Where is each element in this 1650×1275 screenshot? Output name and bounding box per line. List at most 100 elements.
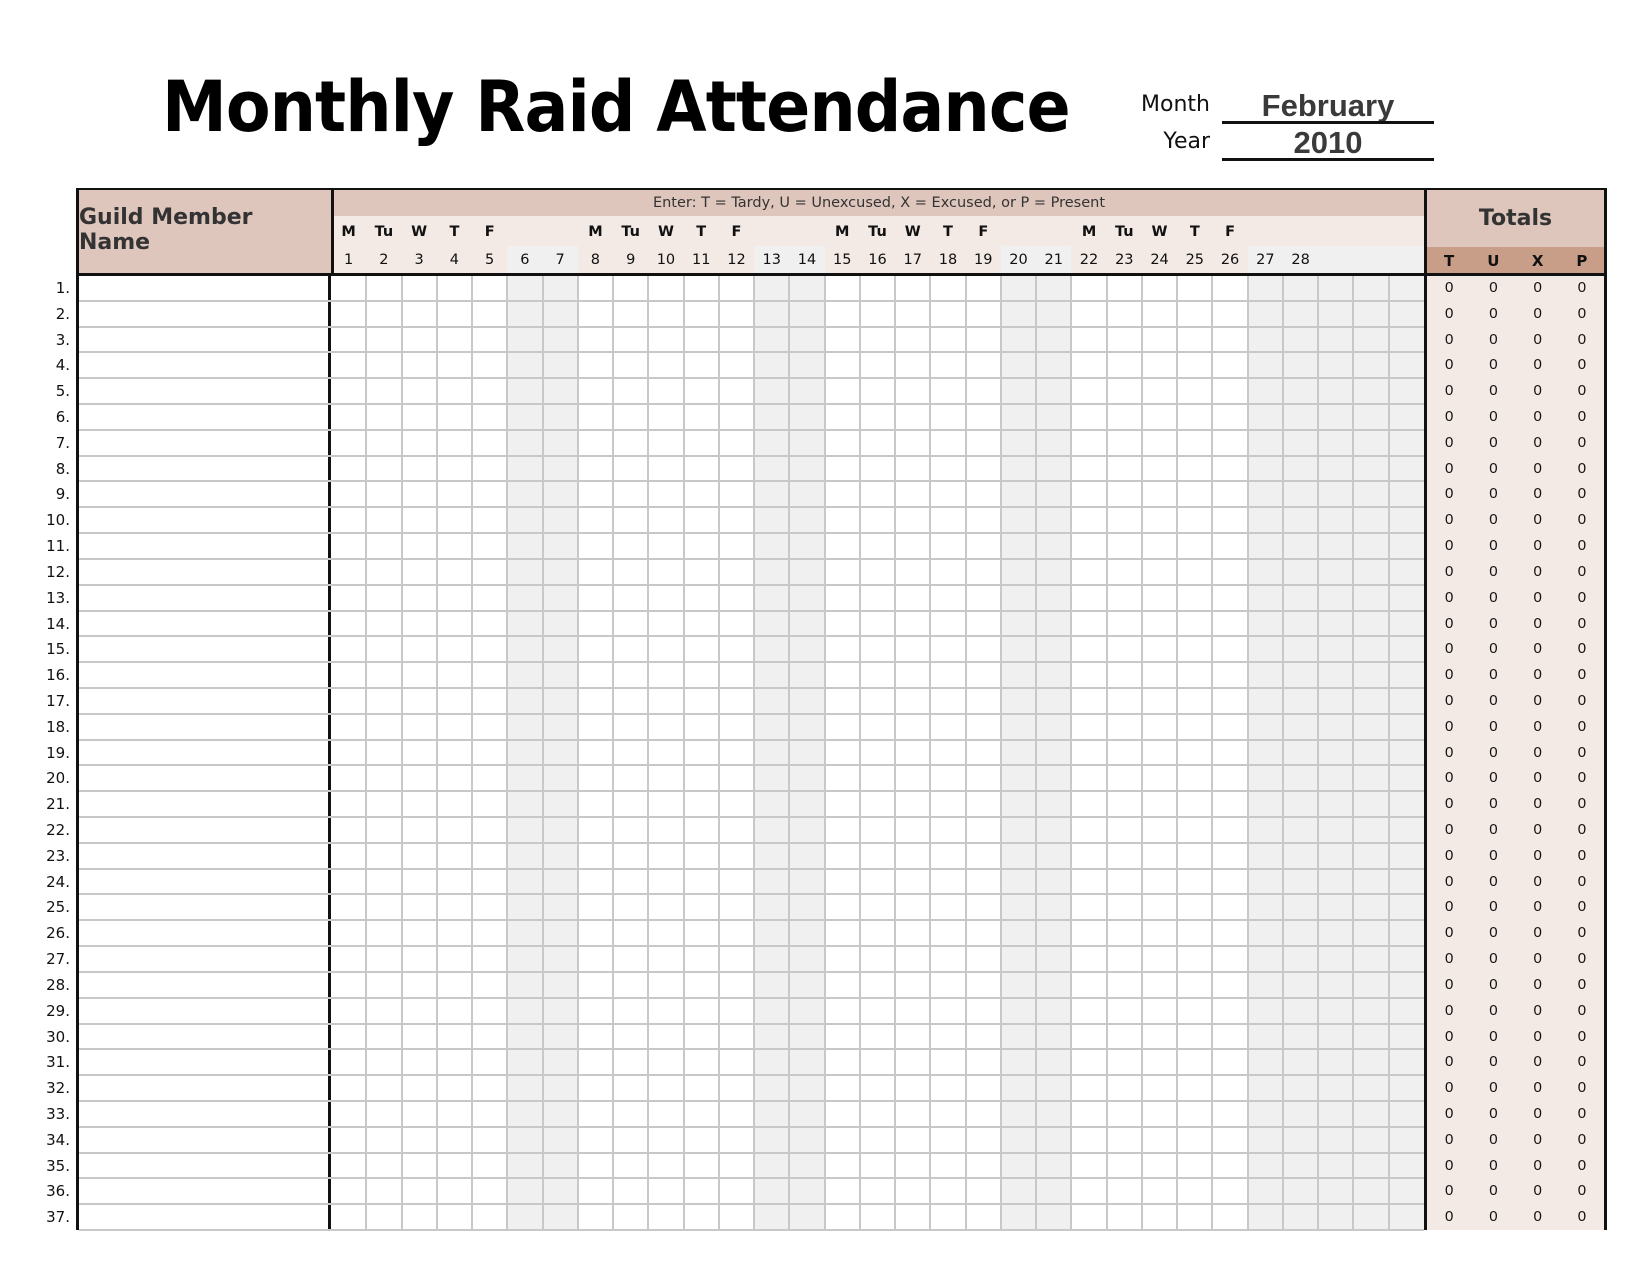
attendance-cell[interactable] — [930, 352, 965, 378]
attendance-cell[interactable] — [719, 662, 754, 688]
attendance-cell[interactable] — [472, 481, 507, 507]
attendance-cell[interactable] — [860, 662, 895, 688]
attendance-cell[interactable] — [613, 378, 648, 404]
attendance-cell[interactable] — [684, 662, 719, 688]
attendance-cell[interactable] — [825, 791, 860, 817]
attendance-cell[interactable] — [966, 791, 1001, 817]
attendance-cell[interactable] — [1142, 378, 1177, 404]
attendance-cell[interactable] — [1001, 972, 1036, 998]
attendance-cell[interactable] — [754, 740, 789, 766]
attendance-cell[interactable] — [331, 998, 366, 1024]
attendance-cell[interactable] — [1248, 662, 1283, 688]
attendance-cell[interactable] — [437, 1075, 472, 1101]
attendance-cell[interactable] — [1389, 688, 1424, 714]
attendance-cell[interactable] — [966, 378, 1001, 404]
attendance-cell[interactable] — [825, 714, 860, 740]
attendance-cell[interactable] — [402, 843, 437, 869]
attendance-cell[interactable] — [1283, 894, 1318, 920]
attendance-cell[interactable] — [1177, 946, 1212, 972]
attendance-cell[interactable] — [648, 456, 683, 482]
attendance-cell[interactable] — [1001, 740, 1036, 766]
attendance-cell[interactable] — [1071, 301, 1106, 327]
attendance-cell[interactable] — [895, 611, 930, 637]
member-name-cell[interactable] — [79, 301, 328, 327]
attendance-cell[interactable] — [578, 791, 613, 817]
attendance-cell[interactable] — [860, 869, 895, 895]
attendance-cell[interactable] — [437, 688, 472, 714]
attendance-cell[interactable] — [543, 1075, 578, 1101]
attendance-cell[interactable] — [1212, 378, 1247, 404]
attendance-cell[interactable] — [930, 1024, 965, 1050]
attendance-cell[interactable] — [1071, 611, 1106, 637]
attendance-cell[interactable] — [684, 559, 719, 585]
attendance-cell[interactable] — [1001, 611, 1036, 637]
attendance-cell[interactable] — [860, 1049, 895, 1075]
attendance-cell[interactable] — [1142, 972, 1177, 998]
attendance-cell[interactable] — [1248, 843, 1283, 869]
attendance-cell[interactable] — [507, 843, 542, 869]
attendance-cell[interactable] — [543, 1024, 578, 1050]
attendance-cell[interactable] — [1071, 352, 1106, 378]
attendance-cell[interactable] — [895, 1153, 930, 1179]
attendance-cell[interactable] — [1071, 533, 1106, 559]
member-name-cell[interactable] — [79, 688, 328, 714]
attendance-cell[interactable] — [789, 481, 824, 507]
attendance-cell[interactable] — [1142, 791, 1177, 817]
attendance-cell[interactable] — [437, 740, 472, 766]
attendance-cell[interactable] — [507, 1178, 542, 1204]
attendance-cell[interactable] — [507, 920, 542, 946]
attendance-cell[interactable] — [1177, 1153, 1212, 1179]
attendance-cell[interactable] — [1353, 456, 1388, 482]
attendance-cell[interactable] — [1318, 972, 1353, 998]
attendance-cell[interactable] — [825, 946, 860, 972]
attendance-cell[interactable] — [754, 688, 789, 714]
attendance-cell[interactable] — [1107, 559, 1142, 585]
attendance-cell[interactable] — [507, 507, 542, 533]
attendance-cell[interactable] — [402, 378, 437, 404]
attendance-cell[interactable] — [754, 1075, 789, 1101]
attendance-cell[interactable] — [1071, 378, 1106, 404]
member-name-cell[interactable] — [79, 1127, 328, 1153]
attendance-cell[interactable] — [1283, 1178, 1318, 1204]
attendance-cell[interactable] — [1283, 611, 1318, 637]
attendance-cell[interactable] — [1318, 301, 1353, 327]
attendance-cell[interactable] — [1353, 404, 1388, 430]
attendance-cell[interactable] — [684, 275, 719, 301]
attendance-cell[interactable] — [331, 843, 366, 869]
attendance-cell[interactable] — [1353, 378, 1388, 404]
attendance-cell[interactable] — [437, 1204, 472, 1230]
attendance-cell[interactable] — [1248, 559, 1283, 585]
attendance-cell[interactable] — [1212, 533, 1247, 559]
attendance-cell[interactable] — [1212, 301, 1247, 327]
attendance-cell[interactable] — [578, 1204, 613, 1230]
attendance-cell[interactable] — [966, 688, 1001, 714]
attendance-cell[interactable] — [402, 714, 437, 740]
attendance-cell[interactable] — [366, 404, 401, 430]
attendance-cell[interactable] — [543, 843, 578, 869]
attendance-cell[interactable] — [648, 1153, 683, 1179]
attendance-cell[interactable] — [789, 1204, 824, 1230]
attendance-cell[interactable] — [684, 998, 719, 1024]
attendance-cell[interactable] — [331, 327, 366, 353]
attendance-cell[interactable] — [1389, 1204, 1424, 1230]
attendance-cell[interactable] — [472, 998, 507, 1024]
attendance-cell[interactable] — [754, 507, 789, 533]
attendance-cell[interactable] — [825, 740, 860, 766]
attendance-cell[interactable] — [754, 791, 789, 817]
attendance-cell[interactable] — [1248, 533, 1283, 559]
attendance-cell[interactable] — [472, 714, 507, 740]
attendance-cell[interactable] — [966, 894, 1001, 920]
attendance-cell[interactable] — [789, 662, 824, 688]
attendance-cell[interactable] — [895, 894, 930, 920]
attendance-cell[interactable] — [1318, 559, 1353, 585]
attendance-cell[interactable] — [1212, 456, 1247, 482]
attendance-cell[interactable] — [366, 843, 401, 869]
attendance-cell[interactable] — [543, 636, 578, 662]
attendance-cell[interactable] — [437, 456, 472, 482]
attendance-cell[interactable] — [966, 1204, 1001, 1230]
attendance-cell[interactable] — [578, 894, 613, 920]
attendance-cell[interactable] — [1071, 1101, 1106, 1127]
attendance-cell[interactable] — [1318, 843, 1353, 869]
attendance-cell[interactable] — [507, 869, 542, 895]
attendance-cell[interactable] — [507, 327, 542, 353]
